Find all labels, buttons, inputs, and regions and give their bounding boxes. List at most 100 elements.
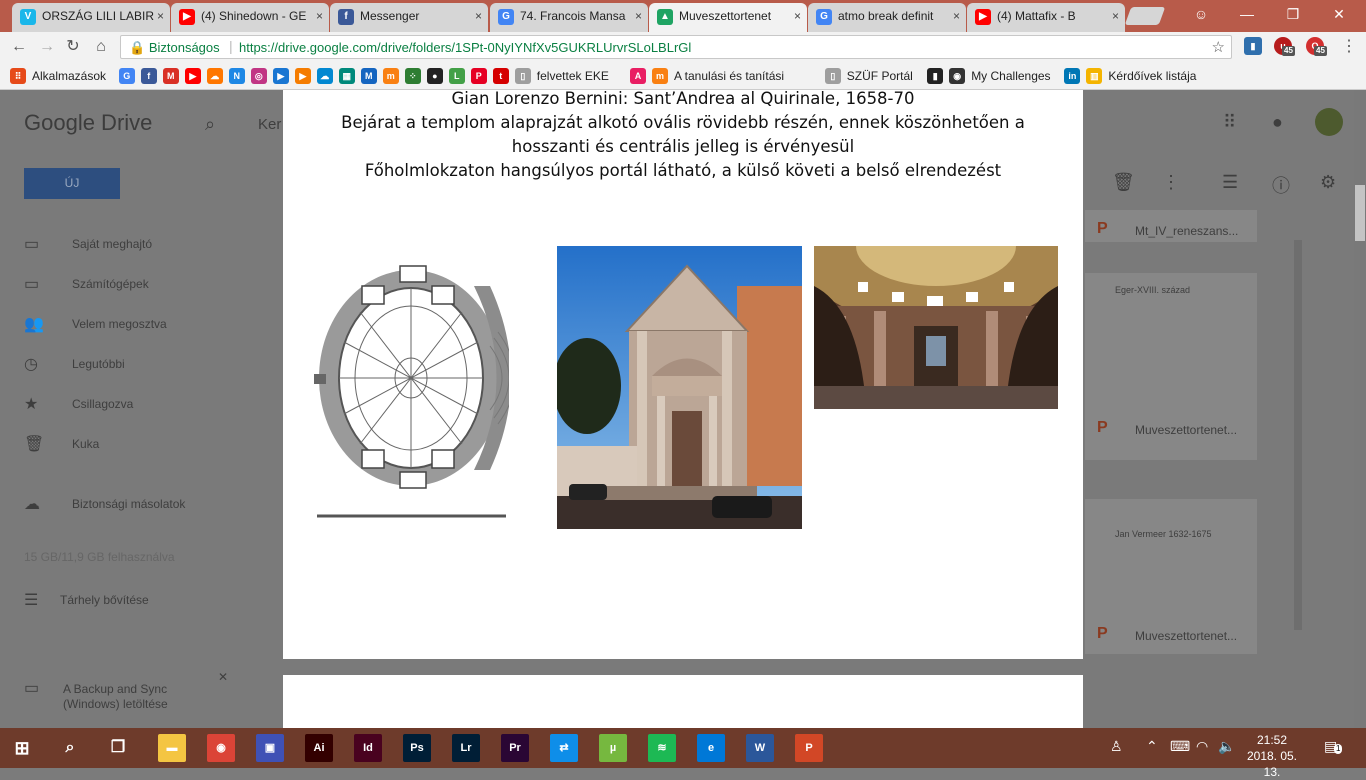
ublock-icon[interactable]: u 45 (1274, 37, 1295, 56)
save-app-icon[interactable]: ▣ (256, 734, 284, 762)
settings-gear-icon[interactable]: ⚙ (1320, 172, 1336, 193)
word-icon[interactable]: W (746, 734, 774, 762)
sidebar-item[interactable]: Velem megosztva (72, 317, 167, 331)
tab-close-icon[interactable]: × (953, 3, 960, 29)
extension-book-icon[interactable]: ▮ (1244, 37, 1262, 55)
search-input[interactable]: Ker (258, 116, 281, 133)
sidebar-item[interactable]: Csillagozva (72, 397, 133, 411)
lightroom-icon[interactable]: Lr (452, 734, 480, 762)
forward-icon[interactable]: → (36, 36, 58, 58)
file-list-scrollbar[interactable] (1294, 240, 1302, 630)
indesign-icon[interactable]: Id (354, 734, 382, 762)
windows-start-icon[interactable]: ⊞ (8, 734, 36, 762)
bookmark-item[interactable]: ▶ (272, 68, 295, 84)
tab-close-icon[interactable]: × (157, 3, 164, 29)
bookmark-item[interactable]: ▮ (927, 68, 949, 84)
page-scrollbar[interactable] (1354, 90, 1366, 728)
tab-close-icon[interactable]: × (635, 3, 642, 29)
bookmark-item[interactable]: m (382, 68, 405, 84)
bookmark-item[interactable]: ☁ (206, 68, 229, 84)
back-icon[interactable]: ← (8, 36, 30, 58)
home-icon[interactable]: ⌂ (90, 36, 112, 58)
bookmark-item[interactable]: ▥ Kérdőívek listája (1086, 68, 1196, 84)
bookmark-item[interactable]: ◎ (250, 68, 273, 84)
search-icon[interactable]: ⌕ (205, 114, 215, 135)
more-actions-icon[interactable]: ⋮ (1162, 172, 1180, 193)
tab-close-icon[interactable]: × (1112, 3, 1119, 29)
tab-close-icon[interactable]: × (316, 3, 323, 29)
bookmark-item[interactable]: P (470, 68, 493, 84)
promo-close-icon[interactable]: ✕ (218, 670, 228, 684)
taskbar-clock[interactable]: 21:52 2018. 05. 13. (1242, 732, 1302, 780)
restore-icon[interactable]: ❐ (1270, 0, 1316, 28)
browser-tab[interactable]: ▶ (4) Mattafix - B × (967, 3, 1125, 32)
sidebar-item[interactable]: Legutóbbi (72, 357, 125, 371)
sidebar-item[interactable]: Számítógépek (72, 277, 149, 291)
action-center-icon[interactable]: ▤ 1 (1324, 738, 1343, 755)
backup-promo-line1[interactable]: A Backup and Sync (63, 682, 167, 696)
browser-tab[interactable]: f Messenger × (330, 3, 488, 32)
utorrent-icon[interactable]: µ (599, 734, 627, 762)
opera-addon-icon[interactable]: O 45 (1306, 37, 1327, 56)
bookmark-item[interactable]: t (492, 68, 515, 84)
address-bar[interactable]: 🔒 Biztonságos | https://drive.google.com… (120, 35, 1232, 59)
bookmark-item[interactable]: ⠿ Alkalmazások (10, 68, 106, 84)
edge-icon[interactable]: e (697, 734, 725, 762)
task-view-icon[interactable]: ❐ (104, 734, 132, 762)
bookmark-item[interactable]: ▶ (294, 68, 317, 84)
notifications-icon[interactable]: ● (1272, 112, 1283, 133)
sidebar-item[interactable]: Saját meghajtó (72, 237, 152, 251)
security-indicator[interactable]: 🔒 Biztonságos (129, 40, 220, 56)
bookmark-item[interactable]: ▶ (184, 68, 207, 84)
bookmark-item[interactable]: ▯ felvettek EKE (514, 68, 609, 84)
backup-promo-line2[interactable]: (Windows) letöltése (63, 697, 168, 711)
volume-icon[interactable]: 🔈 (1218, 738, 1235, 755)
spotify-icon[interactable]: ≋ (648, 734, 676, 762)
bookmark-star-icon[interactable]: ☆ (1212, 38, 1225, 56)
bookmark-item[interactable]: ● (426, 68, 449, 84)
bookmark-item[interactable]: L (448, 68, 471, 84)
bookmark-item[interactable]: ⁘ (404, 68, 427, 84)
file-card[interactable]: P Mt_IV_reneszans... (1085, 210, 1257, 242)
bookmark-item[interactable]: in (1064, 68, 1086, 84)
menu-kebab-icon[interactable]: ⋮ (1338, 36, 1360, 58)
bookmark-item[interactable]: ◉ My Challenges (949, 68, 1051, 84)
bookmark-item[interactable]: G (118, 68, 141, 84)
tab-close-icon[interactable]: × (794, 3, 801, 29)
info-icon[interactable]: ⓘ (1272, 172, 1290, 198)
illustrator-icon[interactable]: Ai (305, 734, 333, 762)
premiere-icon[interactable]: Pr (501, 734, 529, 762)
chrome-icon[interactable]: ◉ (207, 734, 235, 762)
file-card[interactable]: Eger-XVIII. század P Muveszettortenet... (1085, 273, 1257, 460)
browser-tab[interactable]: V ORSZÁG LILI LABIR × (12, 3, 170, 32)
avatar[interactable] (1315, 108, 1343, 136)
browser-tab[interactable]: Gatmo break definit × (808, 3, 966, 32)
upgrade-storage-link[interactable]: Tárhely bővítése (60, 593, 149, 607)
apps-grid-icon[interactable]: ⠿ (1223, 112, 1236, 133)
people-tray-icon[interactable]: ♙ (1110, 738, 1123, 755)
search-taskbar-icon[interactable]: ⌕ (56, 734, 84, 762)
bookmark-item[interactable]: N (228, 68, 251, 84)
reload-icon[interactable]: ↻ (62, 36, 84, 58)
language-icon[interactable]: ⌨ (1170, 738, 1190, 755)
file-card[interactable]: Jan Vermeer 1632-1675 P Muveszettortenet..… (1085, 499, 1257, 654)
bookmark-item[interactable]: M (360, 68, 383, 84)
scrollbar-thumb[interactable] (1355, 185, 1365, 241)
backups-link[interactable]: Biztonsági másolatok (72, 497, 185, 511)
new-button[interactable]: ÚJ (24, 168, 120, 199)
trash-action-icon[interactable]: 🗑 (1112, 172, 1135, 193)
bookmark-item[interactable]: ▦ (338, 68, 361, 84)
new-tab-button[interactable] (1124, 7, 1166, 25)
tray-chevron-icon[interactable]: ⌃ (1146, 738, 1158, 755)
wifi-icon[interactable]: ◠ (1196, 738, 1208, 755)
bookmark-item[interactable]: A (630, 68, 652, 84)
profile-icon[interactable]: ☺ (1178, 0, 1224, 28)
powerpoint-icon[interactable]: P (795, 734, 823, 762)
list-view-icon[interactable]: ☰ (1222, 172, 1238, 193)
teamviewer-icon[interactable]: ⇄ (550, 734, 578, 762)
browser-tab[interactable]: G 74. Francois Mansa × (490, 3, 648, 32)
url-text[interactable]: https://drive.google.com/drive/folders/1… (239, 40, 691, 55)
bookmark-item[interactable]: ▯ SZÜF Portál (824, 68, 913, 84)
browser-tab[interactable]: ▶ (4) Shinedown - GE × (171, 3, 329, 32)
photoshop-icon[interactable]: Ps (403, 734, 431, 762)
